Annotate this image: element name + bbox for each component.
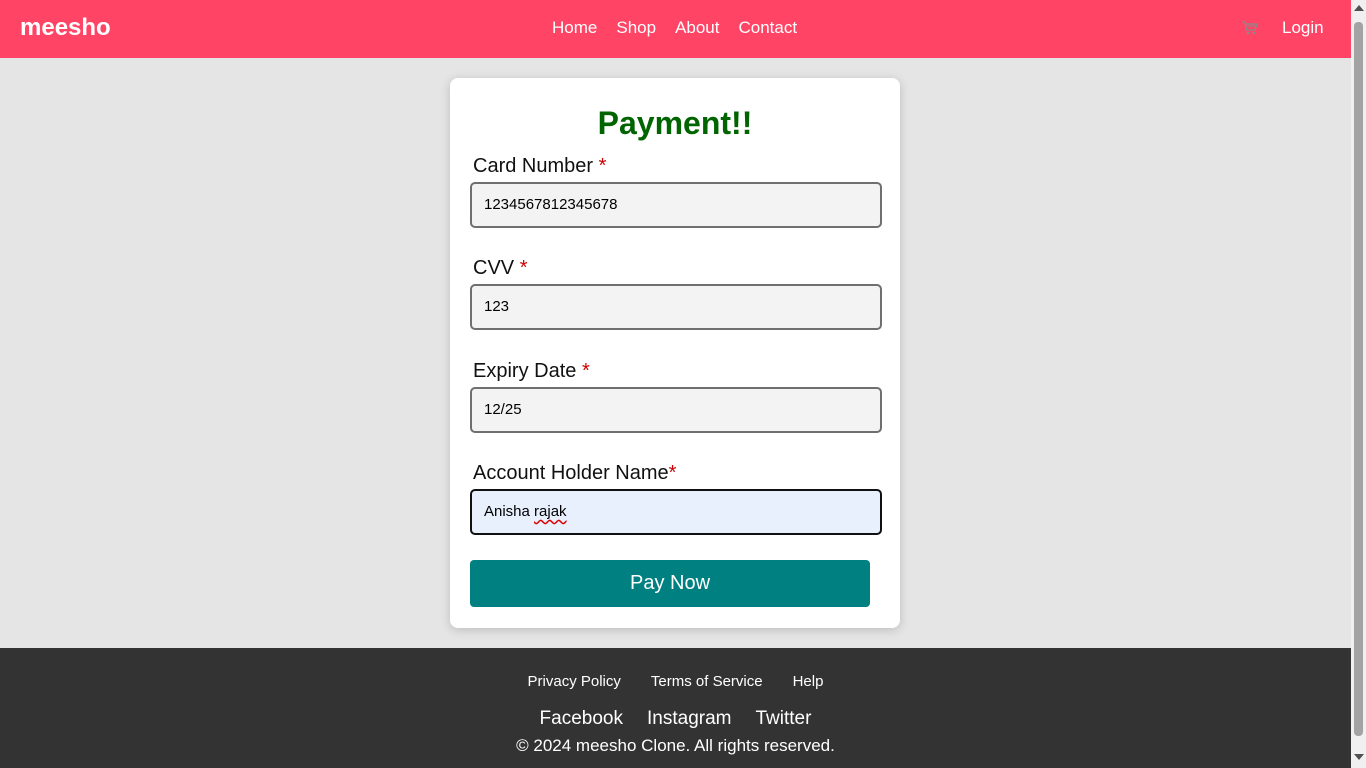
top-navbar: meesho Home Shop About Contact Login bbox=[0, 0, 1351, 58]
nav-about[interactable]: About bbox=[675, 18, 719, 38]
scrollbar-thumb[interactable] bbox=[1354, 22, 1363, 736]
required-marker: * bbox=[519, 257, 528, 279]
required-marker: * bbox=[668, 462, 677, 484]
nav-contact[interactable]: Contact bbox=[739, 18, 798, 38]
facebook-link[interactable]: Facebook bbox=[540, 708, 623, 730]
payment-card: Payment!! Card Number * 1234567812345678… bbox=[450, 78, 900, 628]
page: meesho Home Shop About Contact Login Pay… bbox=[0, 0, 1351, 768]
privacy-policy-link[interactable]: Privacy Policy bbox=[528, 673, 621, 691]
account-holder-label: Account Holder Name* bbox=[473, 462, 677, 484]
terms-of-service-link[interactable]: Terms of Service bbox=[651, 673, 763, 691]
required-marker: * bbox=[581, 360, 590, 382]
cvv-label: CVV * bbox=[473, 257, 528, 279]
twitter-link[interactable]: Twitter bbox=[755, 708, 811, 730]
required-marker: * bbox=[598, 155, 607, 177]
page-title: Payment!! bbox=[597, 105, 753, 141]
scroll-up-arrow-icon[interactable] bbox=[1354, 5, 1364, 11]
cvv-input[interactable]: 123 bbox=[470, 284, 882, 330]
footer-links: Privacy Policy Terms of Service Help bbox=[0, 673, 1351, 691]
nav-home[interactable]: Home bbox=[552, 18, 597, 38]
instagram-link[interactable]: Instagram bbox=[647, 708, 731, 730]
pay-now-button[interactable]: Pay Now bbox=[470, 560, 870, 607]
social-links: Facebook Instagram Twitter bbox=[0, 708, 1351, 730]
brand-logo[interactable]: meesho bbox=[20, 14, 111, 42]
scroll-down-arrow-icon[interactable] bbox=[1354, 754, 1364, 760]
account-holder-input[interactable]: Anisha rajak bbox=[470, 489, 882, 535]
login-link[interactable]: Login bbox=[1282, 18, 1324, 38]
card-number-label: Card Number * bbox=[473, 155, 607, 177]
copyright-text: © 2024 meesho Clone. All rights reserved… bbox=[516, 736, 835, 755]
main-nav: Home Shop About Contact bbox=[552, 18, 797, 38]
nav-shop[interactable]: Shop bbox=[616, 18, 656, 38]
vertical-scrollbar[interactable] bbox=[1351, 0, 1366, 768]
expiry-date-input[interactable]: 12/25 bbox=[470, 387, 882, 433]
cart-icon[interactable] bbox=[1242, 21, 1258, 35]
card-number-input[interactable]: 1234567812345678 bbox=[470, 182, 882, 228]
help-link[interactable]: Help bbox=[793, 673, 824, 691]
expiry-date-label: Expiry Date * bbox=[473, 360, 590, 382]
footer: Privacy Policy Terms of Service Help Fac… bbox=[0, 648, 1351, 768]
